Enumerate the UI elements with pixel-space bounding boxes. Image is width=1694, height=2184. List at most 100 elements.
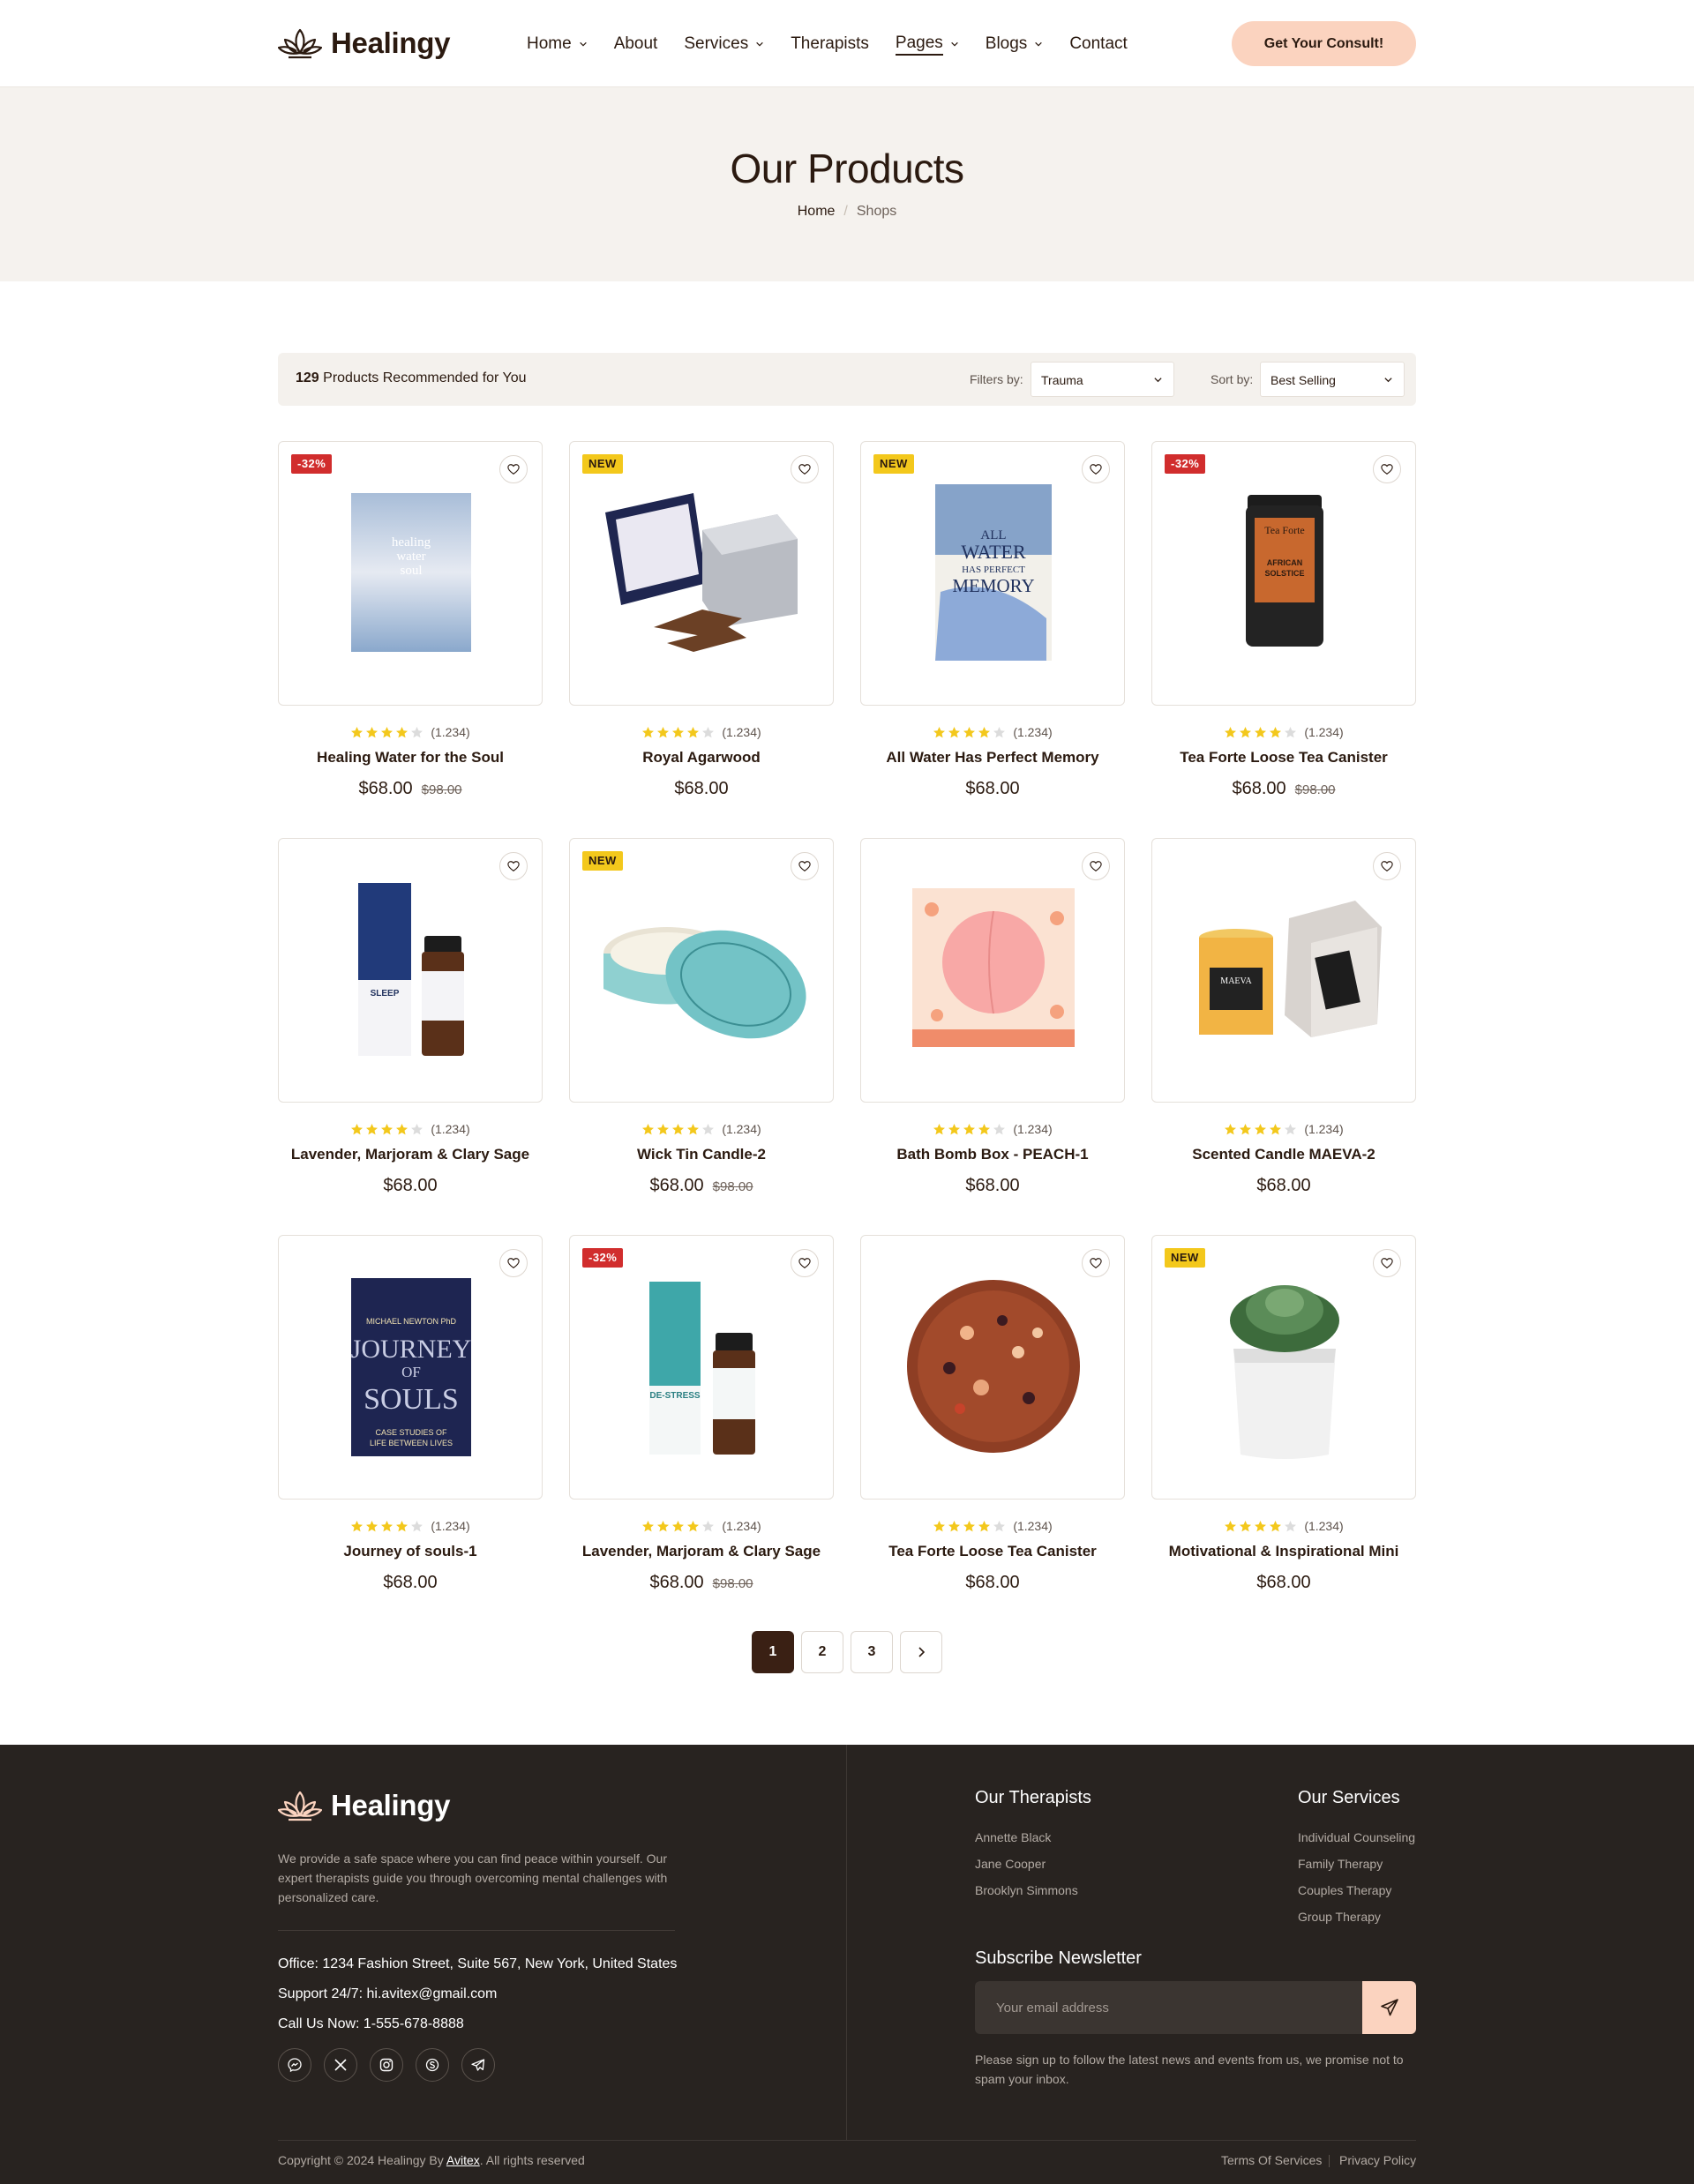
wishlist-button[interactable] xyxy=(1373,455,1401,483)
nav-item-contact[interactable]: Contact xyxy=(1069,32,1127,56)
wishlist-button[interactable] xyxy=(499,455,528,483)
review-count: (1.234) xyxy=(722,1122,761,1136)
new-badge: NEW xyxy=(1165,1248,1205,1268)
product-image-frame[interactable]: ALL WATER HAS PERFECT MEMORY NEW xyxy=(860,441,1125,706)
footer-divider xyxy=(846,1745,847,2140)
product-card[interactable]: MICHAEL NEWTON PhD JOURNEY OF SOULS CASE… xyxy=(278,1235,543,1593)
nav-item-pages[interactable]: Pages xyxy=(895,32,959,56)
nav-item-therapists[interactable]: Therapists xyxy=(791,32,869,56)
product-price: $68.00 xyxy=(1256,1176,1311,1195)
wishlist-button[interactable] xyxy=(791,1249,819,1277)
logo[interactable]: Healingy xyxy=(278,26,450,60)
nav-item-about[interactable]: About xyxy=(614,32,658,56)
product-name[interactable]: Wick Tin Candle-2 xyxy=(569,1146,834,1163)
svg-text:CASE STUDIES OF: CASE STUDIES OF xyxy=(375,1428,447,1437)
terms-link[interactable]: Terms Of Services xyxy=(1221,2153,1322,2167)
product-image: MICHAEL NEWTON PhD JOURNEY OF SOULS CASE… xyxy=(351,1278,471,1456)
wishlist-button[interactable] xyxy=(791,455,819,483)
product-name[interactable]: All Water Has Perfect Memory xyxy=(860,749,1125,767)
wishlist-button[interactable] xyxy=(1082,852,1110,880)
product-old-price: $98.00 xyxy=(712,1576,753,1591)
filter-select[interactable]: Trauma xyxy=(1031,362,1174,397)
star-icon xyxy=(642,726,655,737)
wishlist-button[interactable] xyxy=(791,852,819,880)
x-icon[interactable] xyxy=(324,2048,357,2082)
sort-select[interactable]: Best Selling xyxy=(1260,362,1405,397)
next-page-button[interactable] xyxy=(900,1631,942,1673)
wishlist-button[interactable] xyxy=(499,1249,528,1277)
product-name[interactable]: Scented Candle MAEVA-2 xyxy=(1151,1146,1416,1163)
therapist-link[interactable]: Brooklyn Simmons xyxy=(975,1883,1078,1897)
product-image-frame[interactable]: NEW xyxy=(569,441,834,706)
nav-item-blogs[interactable]: Blogs xyxy=(986,32,1044,56)
nav-item-home[interactable]: Home xyxy=(527,32,588,56)
wishlist-button[interactable] xyxy=(1082,1249,1110,1277)
product-name[interactable]: Tea Forte Loose Tea Canister xyxy=(860,1543,1125,1560)
discount-badge: -32% xyxy=(1165,454,1206,474)
footer-logo[interactable]: Healingy xyxy=(278,1789,450,1822)
heart-icon xyxy=(1090,861,1102,871)
review-count: (1.234) xyxy=(1304,1122,1344,1136)
newsletter-email-input[interactable] xyxy=(975,1981,1363,2034)
wishlist-button[interactable] xyxy=(1373,852,1401,880)
product-prices: $68.00 $98.00 xyxy=(1151,779,1416,799)
page-1-button[interactable]: 1 xyxy=(752,1631,794,1673)
product-card[interactable]: NEW (1.234) Wick Tin Candle-2 $68.00 $98.00 xyxy=(569,838,834,1196)
page-2-button[interactable]: 2 xyxy=(801,1631,843,1673)
product-card[interactable]: MAEVA (1.234) Scented Candle MAEVA-2 $68.0… xyxy=(1151,838,1416,1196)
product-image-frame[interactable] xyxy=(860,1235,1125,1500)
product-image-frame[interactable]: Tea Forte AFRICAN SOLSTICE -32% xyxy=(1151,441,1416,706)
phone-number[interactable]: Call Us Now: 1-555-678-8888 xyxy=(278,2016,464,2032)
product-card[interactable]: ALL WATER HAS PERFECT MEMORY NEW (1.234) A… xyxy=(860,441,1125,799)
product-card[interactable]: (1.234) Bath Bomb Box - PEACH-1 $68.00 xyxy=(860,838,1125,1196)
product-name[interactable]: Tea Forte Loose Tea Canister xyxy=(1151,749,1416,767)
product-image-frame[interactable]: MICHAEL NEWTON PhD JOURNEY OF SOULS CASE… xyxy=(278,1235,543,1500)
telegram-icon[interactable] xyxy=(461,2048,495,2082)
product-card[interactable]: Tea Forte AFRICAN SOLSTICE -32% (1.234) Te… xyxy=(1151,441,1416,799)
page-3-button[interactable]: 3 xyxy=(851,1631,893,1673)
product-card[interactable]: healing water soul -32% (1.234) Healing Wa… xyxy=(278,441,543,799)
product-image-frame[interactable]: SLEEP xyxy=(278,838,543,1103)
service-link[interactable]: Individual Counseling xyxy=(1298,1830,1415,1844)
newsletter-submit-button[interactable] xyxy=(1362,1981,1416,2034)
messenger-icon[interactable] xyxy=(278,2048,311,2082)
skype-icon[interactable] xyxy=(416,2048,449,2082)
wishlist-button[interactable] xyxy=(1373,1249,1401,1277)
product-card[interactable]: (1.234) Tea Forte Loose Tea Canister $68.0… xyxy=(860,1235,1125,1593)
copyright-link[interactable]: Avitex xyxy=(446,2153,480,2167)
privacy-link[interactable]: Privacy Policy xyxy=(1339,2153,1416,2167)
product-name[interactable]: Bath Bomb Box - PEACH-1 xyxy=(860,1146,1125,1163)
product-card[interactable]: SLEEP (1.234) Lavender, Marjoram & Clary … xyxy=(278,838,543,1196)
services-heading: Our Services xyxy=(1298,1788,1400,1807)
product-image-frame[interactable] xyxy=(860,838,1125,1103)
wishlist-button[interactable] xyxy=(499,852,528,880)
instagram-icon[interactable] xyxy=(370,2048,403,2082)
product-card[interactable]: NEW (1.234) Royal Agarwood $68.00 xyxy=(569,441,834,799)
get-consult-button[interactable]: Get Your Consult! xyxy=(1232,21,1416,66)
product-card[interactable]: NEW (1.234) Motivational & Inspirational M… xyxy=(1151,1235,1416,1593)
product-name[interactable]: Lavender, Marjoram & Clary Sage xyxy=(569,1543,834,1560)
product-card[interactable]: DE-STRESS -32% (1.234) Lavender, Marjoram … xyxy=(569,1235,834,1593)
product-name[interactable]: Journey of souls-1 xyxy=(278,1543,543,1560)
support-email[interactable]: Support 24/7: hi.avitex@gmail.com xyxy=(278,1986,497,2002)
star-icon xyxy=(978,726,991,737)
product-name[interactable]: Healing Water for the Soul xyxy=(278,749,543,767)
product-image-frame[interactable]: DE-STRESS -32% xyxy=(569,1235,834,1500)
product-name[interactable]: Royal Agarwood xyxy=(569,749,834,767)
wishlist-button[interactable] xyxy=(1082,455,1110,483)
service-link[interactable]: Family Therapy xyxy=(1298,1857,1383,1871)
star-icon xyxy=(351,726,364,737)
product-image xyxy=(603,927,806,1039)
therapist-link[interactable]: Annette Black xyxy=(975,1830,1051,1844)
breadcrumb-home[interactable]: Home xyxy=(798,204,836,220)
nav-item-services[interactable]: Services xyxy=(684,32,764,56)
therapist-link[interactable]: Jane Cooper xyxy=(975,1857,1046,1871)
product-name[interactable]: Motivational & Inspirational Mini xyxy=(1151,1543,1416,1560)
product-image-frame[interactable]: NEW xyxy=(1151,1235,1416,1500)
product-image-frame[interactable]: NEW xyxy=(569,838,834,1103)
service-link[interactable]: Couples Therapy xyxy=(1298,1883,1391,1897)
product-name[interactable]: Lavender, Marjoram & Clary Sage xyxy=(278,1146,543,1163)
service-link[interactable]: Group Therapy xyxy=(1298,1910,1381,1924)
product-image-frame[interactable]: MAEVA xyxy=(1151,838,1416,1103)
product-image-frame[interactable]: healing water soul -32% xyxy=(278,441,543,706)
